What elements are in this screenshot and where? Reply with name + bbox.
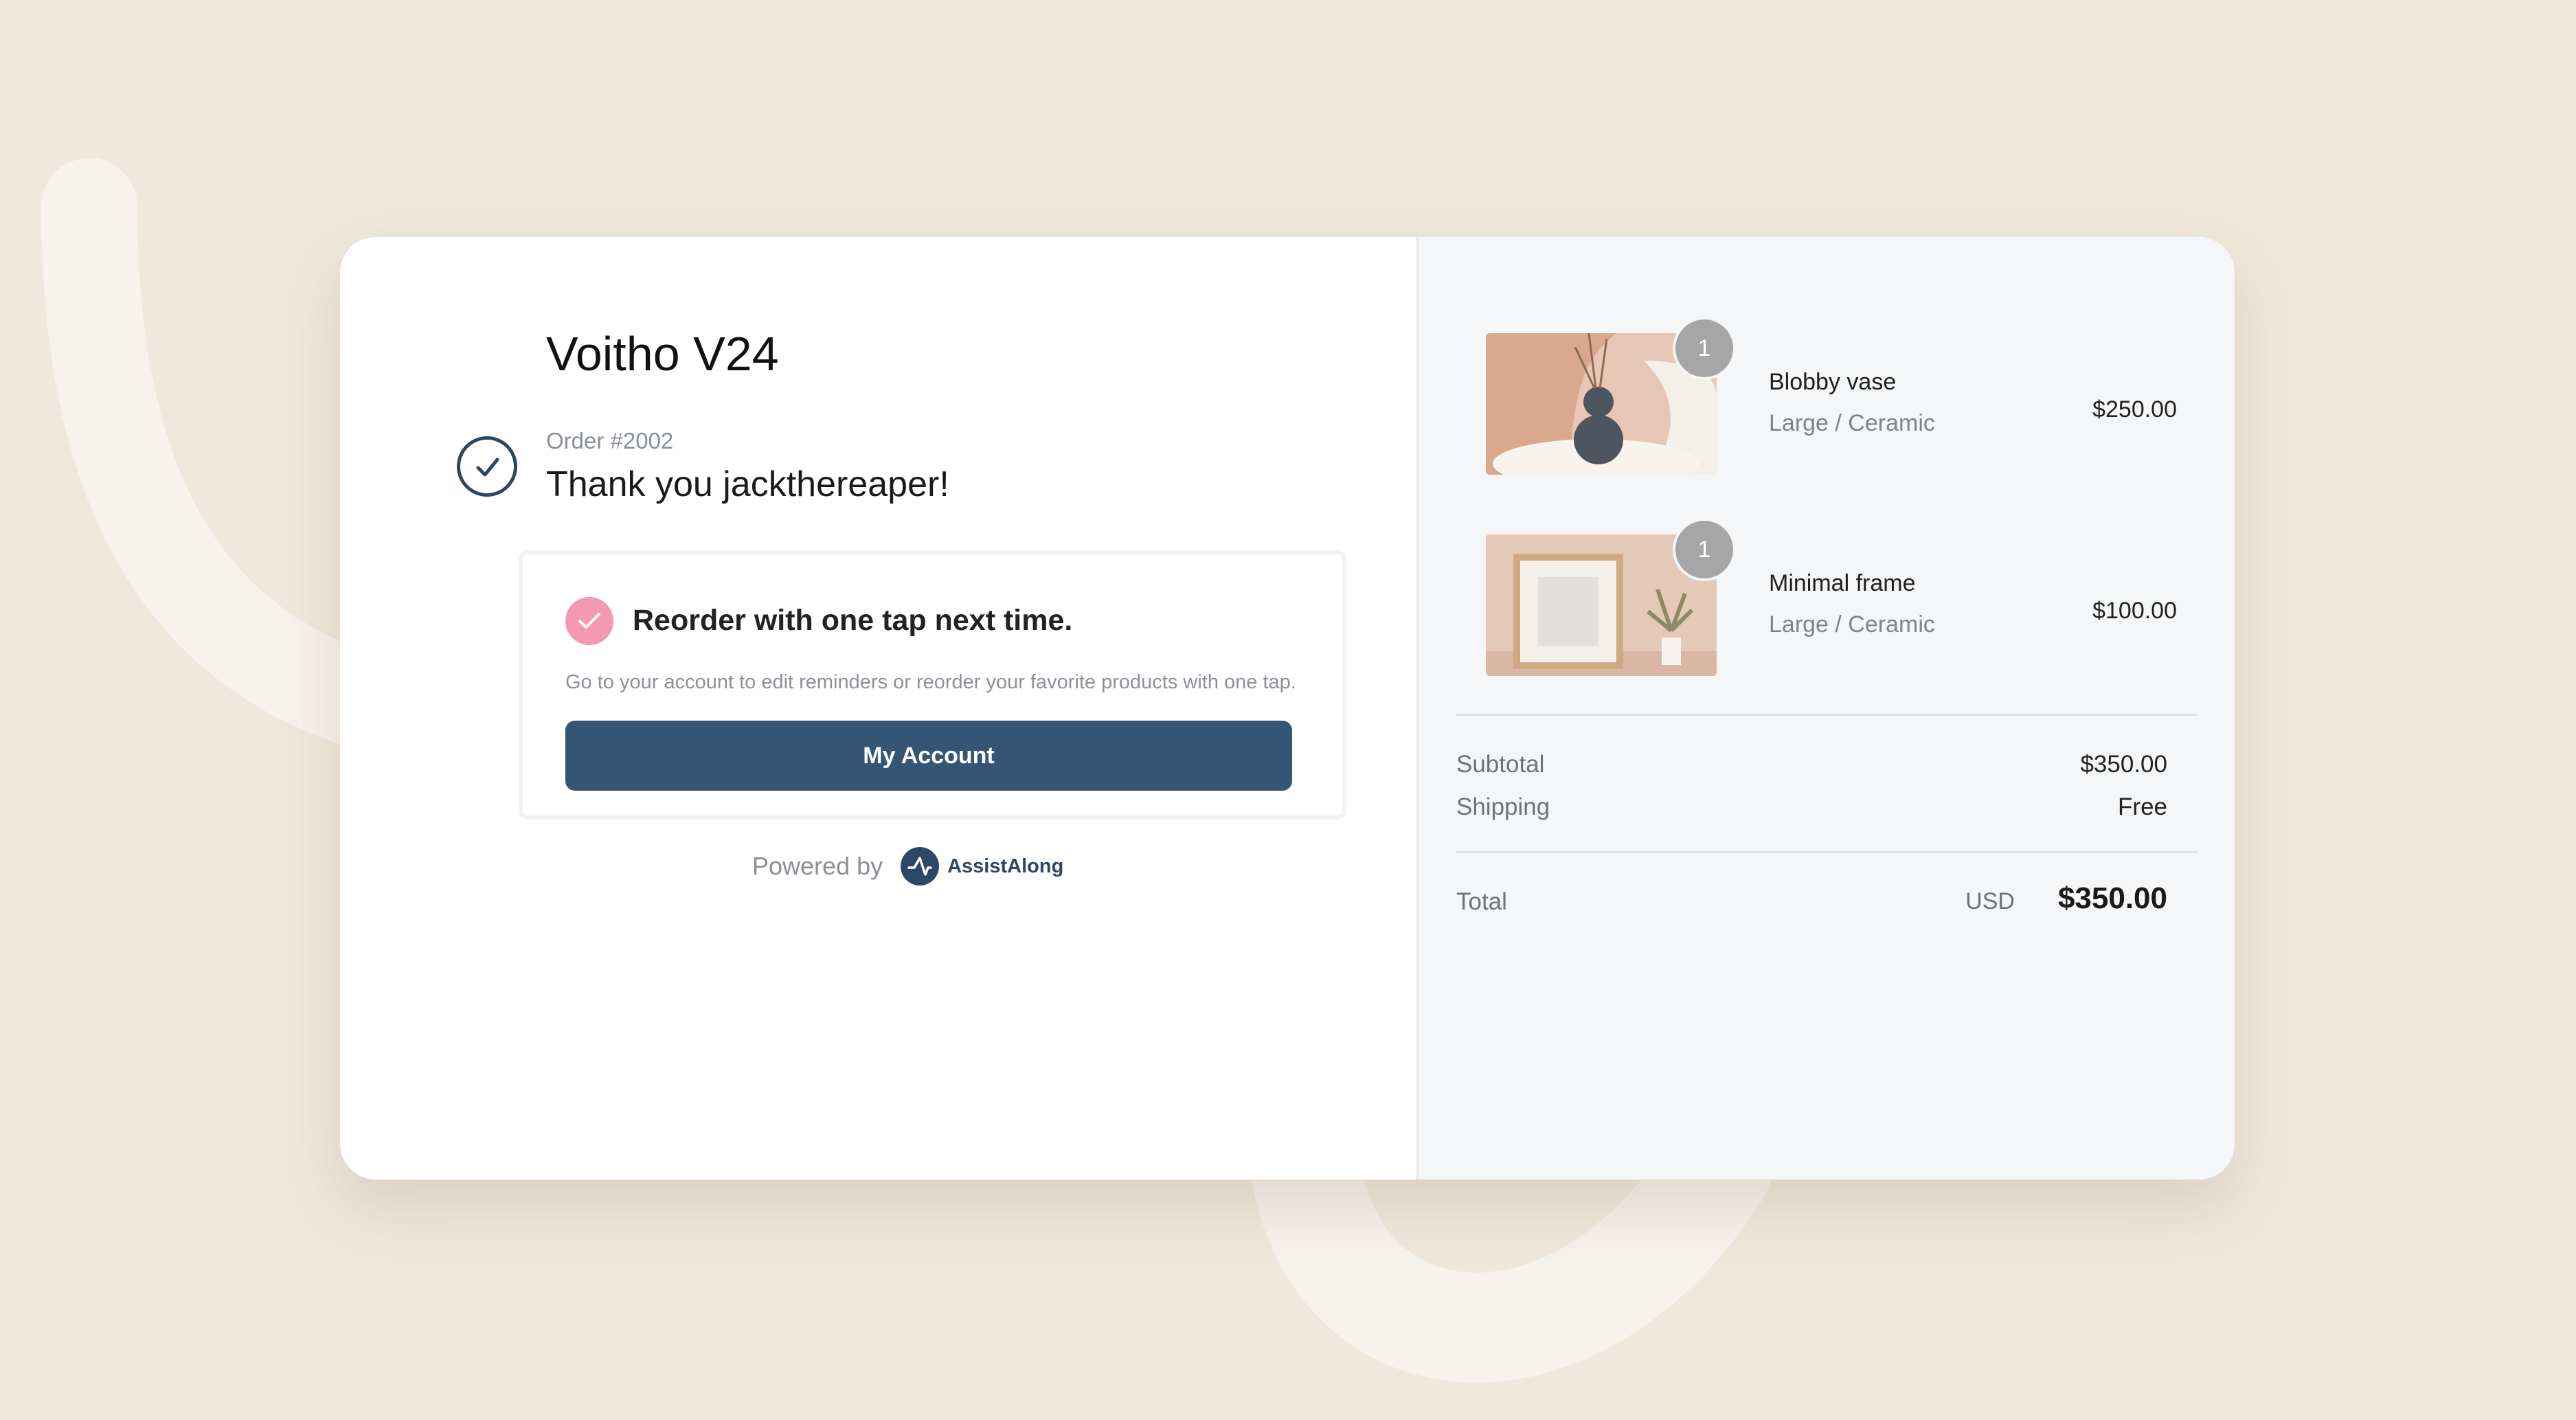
reorder-description: Go to your account to edit reminders or … [565,671,1296,693]
order-confirmation-card: Voitho V24 Order #2002 Thank you jackthe… [340,237,2235,1180]
quantity-badge: 1 [1673,317,1736,380]
subtotal-value: $350.00 [2080,751,2167,778]
reorder-heading: Reorder with one tap next time. [633,604,1073,637]
line-item: 1 Blobby vase Large / Ceramic $250.00 [1486,317,2177,475]
item-variant: Large / Ceramic [1769,410,1935,436]
order-status-pane: Voitho V24 Order #2002 Thank you jackthe… [340,237,1416,1180]
pink-check-icon [565,597,613,645]
confirmed-check-icon [457,436,517,497]
item-name: Minimal frame [1769,570,1916,596]
powered-by: Powered by AssistAlong [752,847,1063,886]
item-price: $250.00 [2092,396,2177,422]
assistalong-brand[interactable]: AssistAlong [947,855,1063,878]
line-item: 1 Minimal frame Large / Ceramic $100.00 [1486,518,2177,676]
total-amount: $350.00 [2057,881,2167,915]
item-price: $100.00 [2092,598,2177,624]
shop-title: Voitho V24 [546,327,779,381]
shipping-value: Free [2118,793,2167,820]
item-name: Blobby vase [1769,369,1897,395]
total-currency: USD [1965,888,2015,914]
order-number: Order #2002 [546,428,674,453]
my-account-button[interactable]: My Account [565,721,1292,791]
quantity-badge: 1 [1673,518,1736,581]
item-variant: Large / Ceramic [1769,611,1935,638]
assistalong-logo-icon[interactable] [901,847,940,886]
divider [1456,714,2197,716]
subtotal-label: Subtotal [1456,751,1545,778]
total-label: Total [1456,888,1507,915]
divider [1456,851,2197,853]
shipping-label: Shipping [1456,793,1550,820]
order-summary-pane: 1 Blobby vase Large / Ceramic $250.00 1 … [1416,237,2235,1180]
thank-you-message: Thank you jackthereaper! [546,464,949,504]
powered-by-label: Powered by [752,852,883,880]
reorder-panel: Reorder with one tap next time. Go to yo… [519,550,1346,820]
